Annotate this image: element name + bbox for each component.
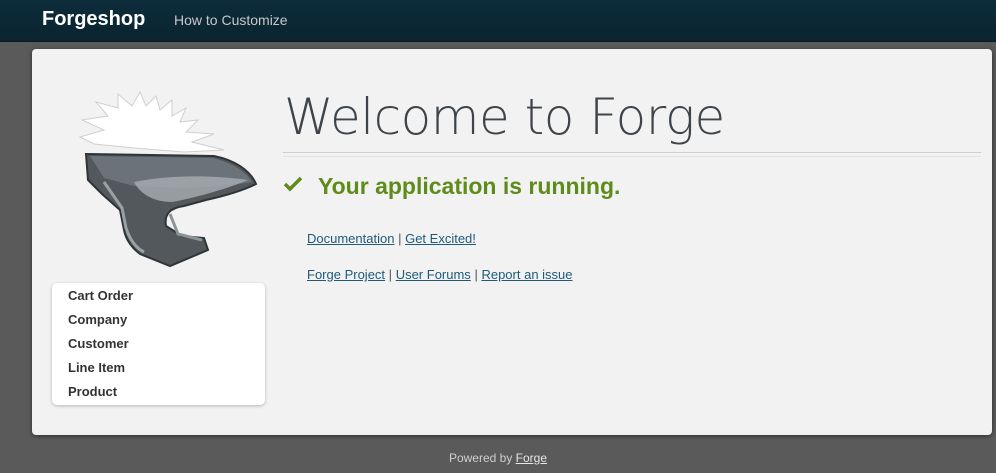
entity-sidebar: Cart Order Company Customer Line Item Pr… bbox=[52, 283, 265, 405]
footer-prefix: Powered by bbox=[448, 451, 513, 465]
title-divider bbox=[283, 152, 981, 153]
get-excited-link[interactable]: Get Excited! bbox=[405, 231, 476, 246]
sidebar-item-line-item[interactable]: Line Item bbox=[52, 361, 265, 385]
documentation-link[interactable]: Documentation bbox=[307, 231, 394, 246]
sidebar-item-customer[interactable]: Customer bbox=[52, 337, 265, 361]
link-separator: | bbox=[474, 267, 478, 282]
top-navbar: Forgeshop How to Customize bbox=[0, 0, 996, 42]
status-message: Your application is running. bbox=[318, 173, 621, 199]
nav-how-to-customize[interactable]: How to Customize bbox=[174, 12, 288, 28]
sidebar-item-product[interactable]: Product bbox=[52, 385, 265, 409]
forge-project-link[interactable]: Forge Project bbox=[307, 267, 385, 282]
page-footer: Powered by Forge bbox=[0, 451, 996, 465]
links-row-secondary: Forge Project | User Forums | Report an … bbox=[307, 267, 573, 282]
forge-anvil-logo bbox=[78, 90, 258, 268]
sidebar-item-company[interactable]: Company bbox=[52, 313, 265, 337]
sidebar-item-cart-order[interactable]: Cart Order bbox=[52, 289, 265, 313]
links-row-primary: Documentation | Get Excited! bbox=[307, 231, 476, 246]
check-icon bbox=[283, 176, 303, 192]
link-separator: | bbox=[398, 231, 402, 246]
report-issue-link[interactable]: Report an issue bbox=[481, 267, 572, 282]
brand-link[interactable]: Forgeshop bbox=[42, 8, 145, 31]
user-forums-link[interactable]: User Forums bbox=[396, 267, 471, 282]
page-title: Welcome to Forge bbox=[284, 88, 725, 146]
footer-forge-link[interactable]: Forge bbox=[516, 451, 547, 465]
title-divider-secondary bbox=[283, 156, 981, 157]
link-separator: | bbox=[388, 267, 393, 282]
